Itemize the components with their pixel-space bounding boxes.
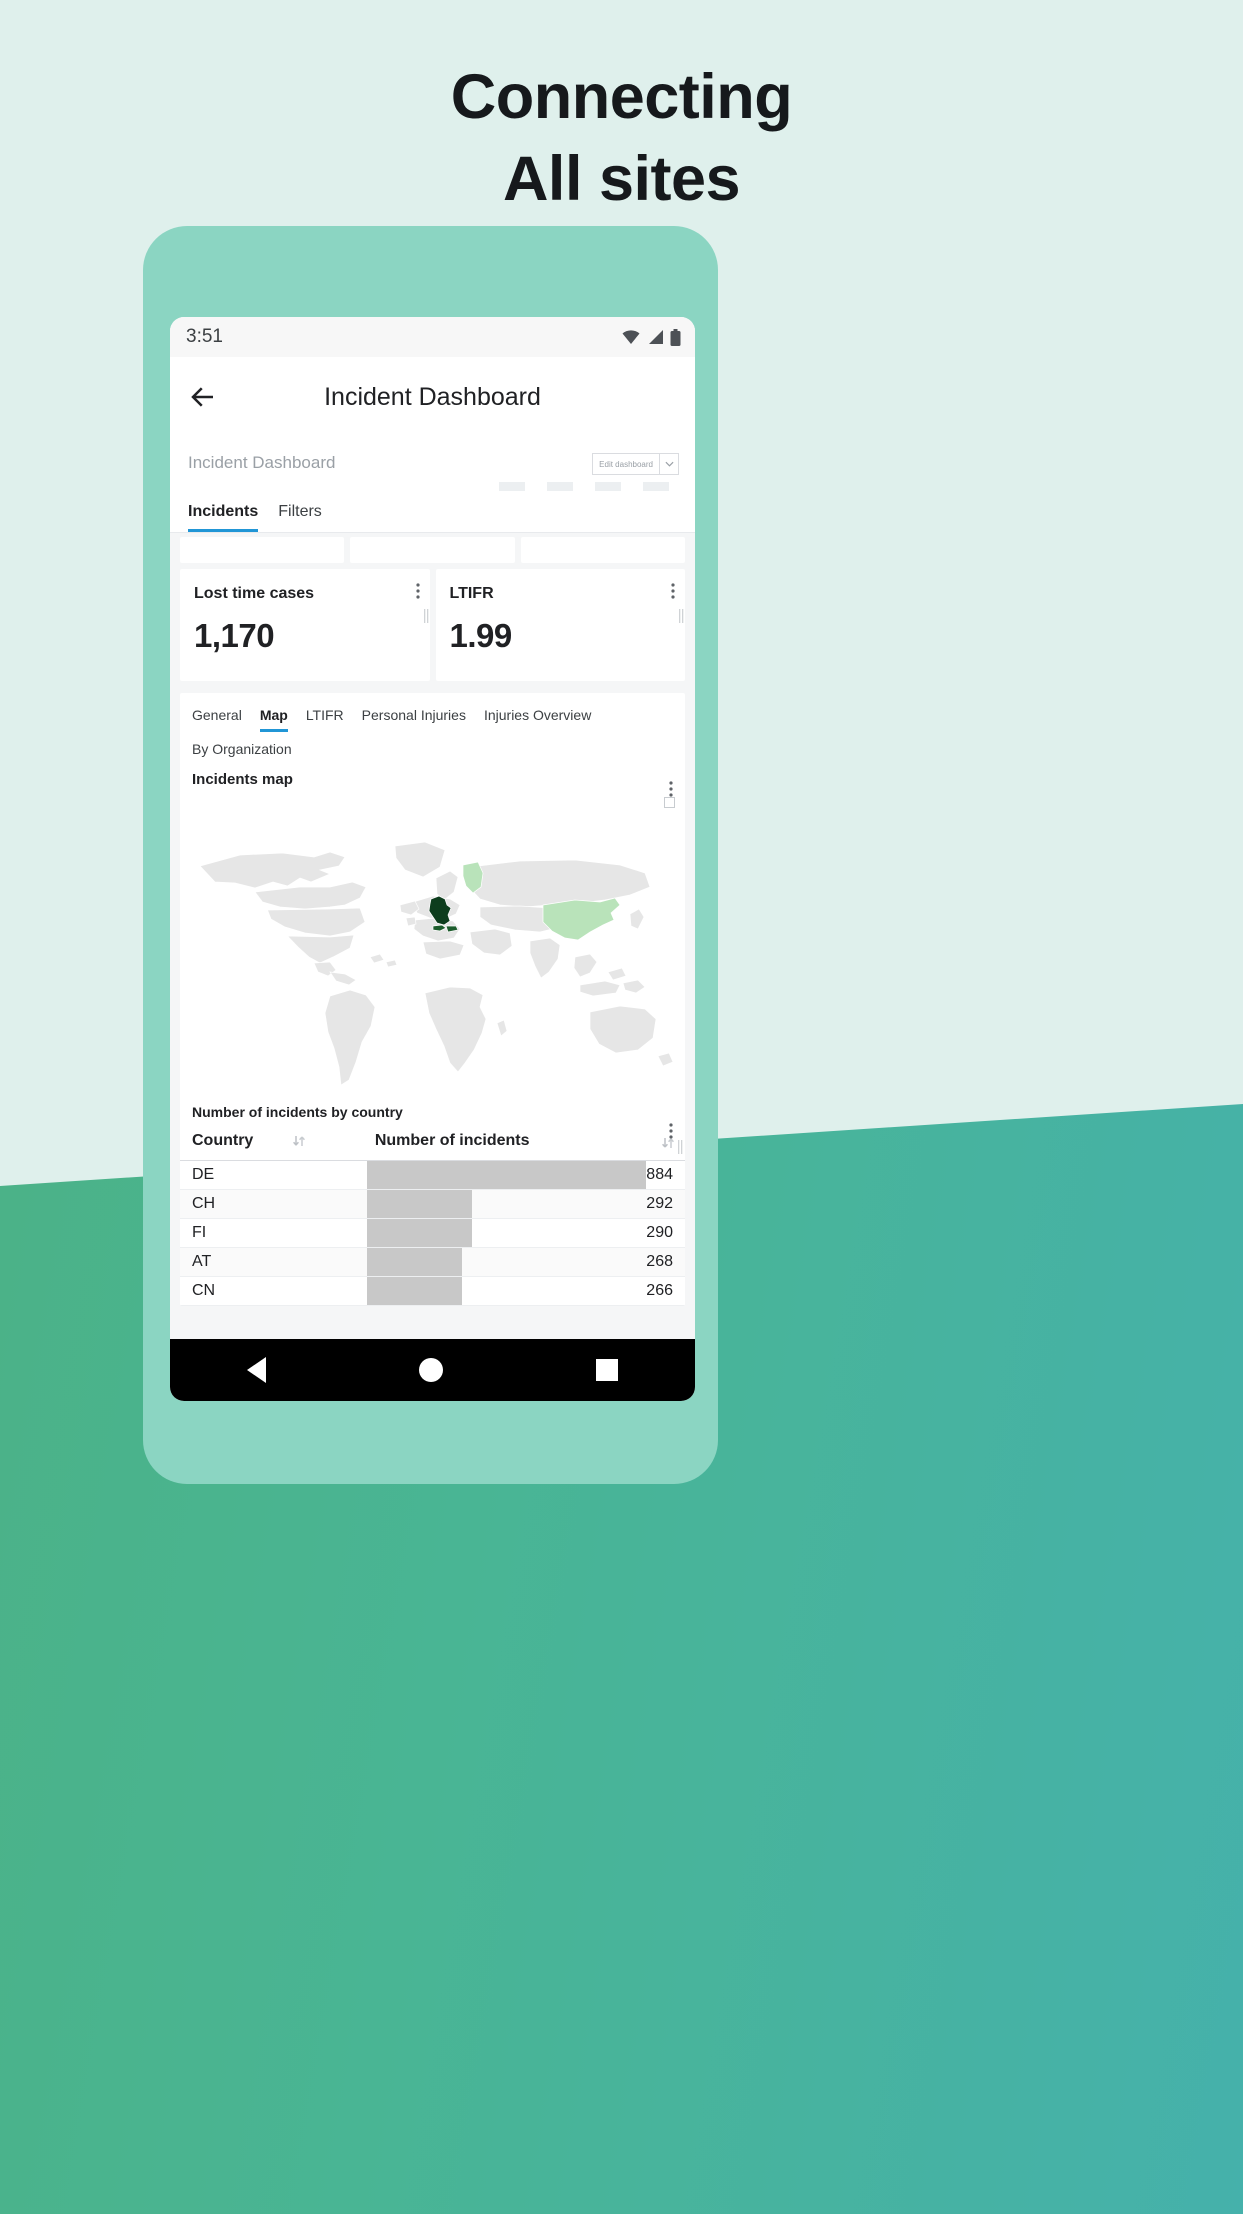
promo-screenshot: Connecting All sites 3:51 Incident Dashb… [0,0,1243,2214]
sub-tab-ltifr[interactable]: LTIFR [306,707,344,732]
dashboard-header: Incident Dashboard Edit dashboard Incide… [170,437,695,533]
cell-country: DE [180,1160,367,1190]
sub-tab-map[interactable]: Map [259,707,288,732]
partial-cards-row [170,533,695,563]
more-vertical-icon[interactable] [415,583,420,599]
map-widget-title: Incidents map [192,771,293,788]
more-vertical-icon[interactable] [671,583,675,599]
value-bar [366,1277,463,1305]
bar-wrapper: 884 [366,1161,685,1189]
cell-number-of-incidents: 266 [366,1276,685,1306]
kpi-cards-row: Lost time cases 1,170 LTIFR 1.99 [170,563,695,681]
kpi-value: 1,170 [194,617,275,654]
status-bar-time: 3:51 [186,326,223,347]
kpi-label: LTIFR [449,585,494,602]
kpi-card-lost-time-cases[interactable]: Lost time cases 1,170 [180,569,430,681]
column-header-number-of-incidents[interactable]: Number of incidents [366,1128,685,1161]
card-stub [520,537,685,563]
cell-country: CN [180,1276,367,1306]
table-widget-title: Number of incidents by country [192,1104,403,1120]
map-widget-panel: General Map LTIFR Personal Injuries Inju… [180,693,685,1306]
table-row[interactable]: DE 884 [180,1160,685,1190]
value-label: 292 [646,1195,673,1212]
sub-tab-injuries-overview[interactable]: Injuries Overview [484,707,591,732]
bar-wrapper: 268 [366,1248,685,1276]
cell-number-of-incidents: 290 [366,1218,685,1248]
value-label: 290 [646,1224,673,1241]
incidents-choropleth-map[interactable] [180,796,685,1098]
nav-home-icon[interactable] [418,1358,443,1382]
column-header-country-label: Country [192,1132,254,1149]
value-bar [366,1248,463,1276]
kpi-label: Lost time cases [194,585,315,602]
nav-back-icon[interactable] [246,1357,266,1383]
resize-grip-icon[interactable] [678,609,684,623]
promo-headline: Connecting All sites [0,66,1243,211]
cell-number-of-incidents: 292 [366,1189,685,1219]
dashboard-name: Incident Dashboard [188,453,336,472]
phone-screen: 3:51 Incident Dashboard Incident Dashboa… [170,317,695,1401]
nav-recents-icon[interactable] [596,1359,619,1381]
dashboard-meta-placeholder [499,482,679,491]
card-stub [350,537,515,563]
cell-country: CH [180,1189,367,1219]
edit-dashboard-button[interactable]: Edit dashboard [592,453,659,475]
value-label: 884 [646,1166,673,1183]
world-map-svg [199,841,674,1086]
battery-icon [670,328,681,346]
sub-tab-personal-injuries[interactable]: Personal Injuries [362,707,466,732]
table-row[interactable]: CH 292 [180,1189,685,1219]
headline-line-1: Connecting [450,62,793,132]
dashboard-scroll-body[interactable]: Lost time cases 1,170 LTIFR 1.99 General… [170,533,695,1339]
android-nav-bar [170,1339,695,1401]
edit-dashboard-caret[interactable] [659,453,679,475]
card-stub [180,537,345,563]
table-header-row: Country Number of incidents [180,1128,685,1161]
kpi-value: 1.99 [449,617,513,654]
bar-wrapper: 290 [366,1219,685,1247]
wifi-icon [622,330,640,344]
table-body: DE 884 CH 292 FI 290 AT 268 CN 266 [180,1160,685,1306]
incidents-by-country-table: Country Number of incidents DE 884 CH 29… [180,1128,685,1306]
table-row[interactable]: FI 290 [180,1218,685,1248]
bar-wrapper: 292 [366,1190,685,1218]
resize-grip-icon[interactable] [423,609,429,623]
dashboard-webview: Incident Dashboard Edit dashboard Incide… [170,437,695,1339]
page-title: Incident Dashboard [324,382,541,411]
cell-country: AT [180,1247,367,1277]
edit-dashboard-group[interactable]: Edit dashboard [592,453,679,475]
chevron-down-icon [664,461,674,467]
app-bar: Incident Dashboard [170,357,695,437]
value-bar [366,1219,472,1247]
sort-arrows-icon[interactable] [292,1134,306,1148]
value-bar [366,1161,647,1189]
table-row[interactable]: AT 268 [180,1247,685,1277]
status-bar: 3:51 [170,317,695,357]
value-label: 268 [646,1253,673,1270]
back-arrow-icon[interactable] [188,382,218,412]
cell-number-of-incidents: 884 [366,1160,685,1190]
more-vertical-icon[interactable] [669,781,673,797]
status-bar-icons [621,328,681,346]
cell-country: FI [180,1218,367,1248]
map-country-CN [542,897,621,941]
kpi-card-ltifr[interactable]: LTIFR 1.99 [435,569,685,681]
widget-sub-tabs: General Map LTIFR Personal Injuries Inju… [180,693,685,732]
bar-wrapper: 266 [366,1277,685,1305]
cell-number-of-incidents: 268 [366,1247,685,1277]
headline-line-2: All sites [502,144,741,214]
column-header-country[interactable]: Country [180,1128,367,1161]
group-by-label: By Organization [192,741,292,757]
table-row[interactable]: CN 266 [180,1276,685,1306]
value-label: 266 [646,1282,673,1299]
signal-icon [649,330,663,344]
value-bar [366,1190,472,1218]
tab-filters[interactable]: Filters [278,503,322,532]
sub-tab-general[interactable]: General [192,707,242,732]
tab-incidents[interactable]: Incidents [188,503,259,532]
dashboard-tabs: Incidents Filters [188,503,679,532]
column-header-number-label: Number of incidents [374,1132,530,1149]
sort-arrows-icon[interactable] [661,1136,675,1150]
